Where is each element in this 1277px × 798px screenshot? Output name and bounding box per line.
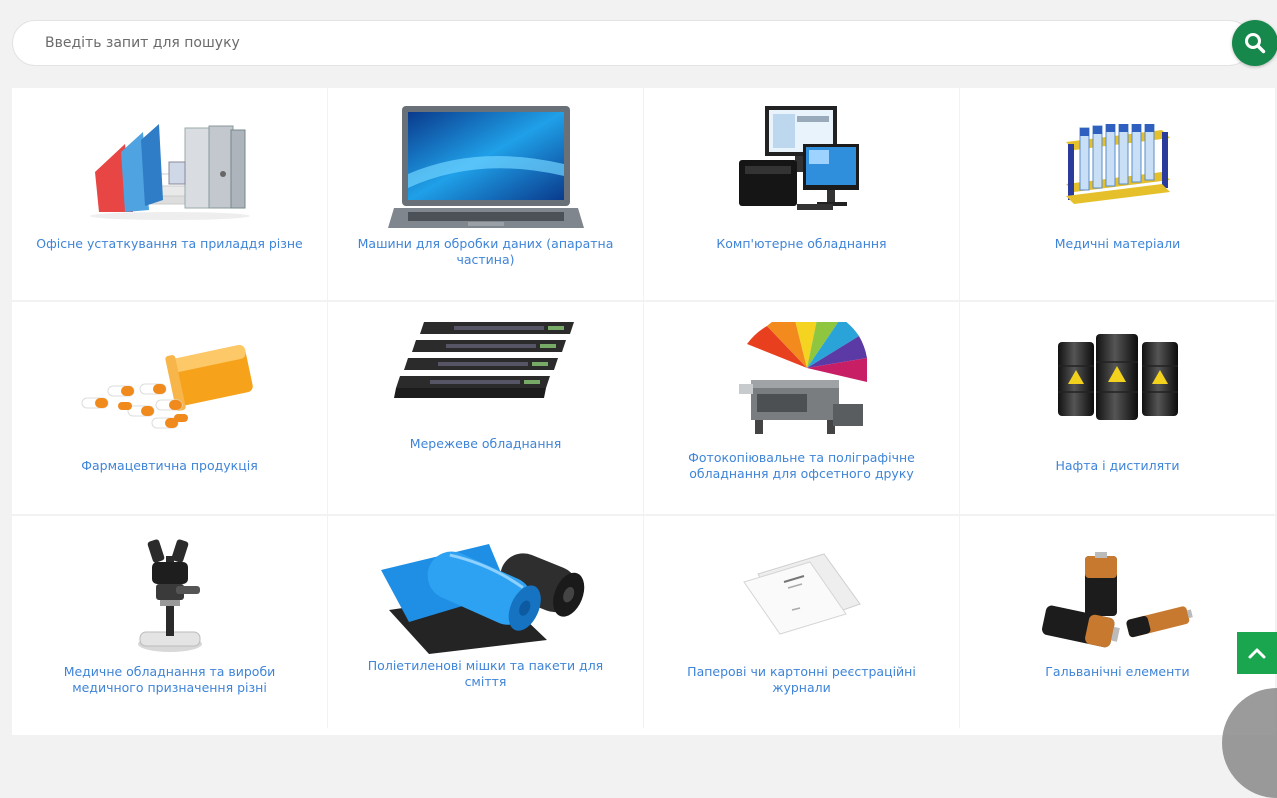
category-card[interactable]: Фармацевтична продукція [12, 302, 327, 514]
search-input[interactable] [12, 20, 1252, 66]
test-tube-rack-image [960, 124, 1275, 210]
search-button[interactable] [1232, 20, 1277, 66]
category-card[interactable]: Мережеве обладнання [328, 302, 643, 514]
category-card[interactable]: Медичне обладнання та вироби медичного п… [12, 516, 327, 728]
printer-palette-image [644, 322, 959, 442]
category-label: Офісне устаткування та приладдя різне [36, 236, 303, 251]
category-label: Комп'ютерне обладнання [716, 236, 887, 251]
category-card[interactable]: Медичні матеріали [960, 88, 1275, 300]
category-label: Фармацевтична продукція [81, 458, 258, 473]
microscope-image [12, 536, 327, 654]
next-row-edge [12, 728, 1276, 735]
category-card[interactable]: Паперові чи картонні реєстраційні журнал… [644, 516, 959, 728]
category-label: Гальванічні елементи [1045, 664, 1190, 679]
category-label: Медичне обладнання та вироби медичного п… [63, 664, 276, 695]
category-label: Поліетиленові мішки та пакети для сміття [367, 658, 604, 689]
laptop-image [328, 104, 643, 234]
category-card[interactable]: Машини для обробки даних (апаратна части… [328, 88, 643, 300]
batteries-image [960, 552, 1275, 648]
category-label: Машини для обробки даних (апаратна части… [357, 236, 614, 267]
category-card[interactable]: Поліетиленові мішки та пакети для сміття [328, 516, 643, 728]
category-label: Медичні матеріали [1054, 236, 1181, 251]
search-icon [1245, 33, 1266, 54]
pills-bottle-image [12, 336, 327, 436]
search-bar [12, 20, 1277, 68]
category-grid: Офісне устаткування та приладдя різне Ма… [12, 88, 1276, 728]
category-label: Мережеве обладнання [409, 436, 562, 451]
category-card[interactable]: Офісне устаткування та приладдя різне [12, 88, 327, 300]
network-switch-image [328, 318, 643, 404]
office-supplies-image [12, 122, 327, 220]
category-card[interactable]: Нафта і дистиляти [960, 302, 1275, 514]
oil-barrels-image [960, 332, 1275, 422]
category-label: Нафта і дистиляти [1055, 458, 1180, 473]
category-label: Фотокопіювальне та поліграфічне обладнан… [688, 450, 915, 481]
paper-journal-image [644, 552, 959, 636]
scroll-to-top-button[interactable] [1237, 632, 1277, 674]
category-card[interactable]: Комп'ютерне обладнання [644, 88, 959, 300]
category-card[interactable]: Фотокопіювальне та поліграфічне обладнан… [644, 302, 959, 514]
trash-bags-image [328, 530, 643, 654]
category-card[interactable]: Гальванічні елементи [960, 516, 1275, 728]
computer-equipment-image [644, 104, 959, 216]
chevron-up-icon [1248, 648, 1266, 659]
category-label: Паперові чи картонні реєстраційні журнал… [687, 664, 916, 695]
